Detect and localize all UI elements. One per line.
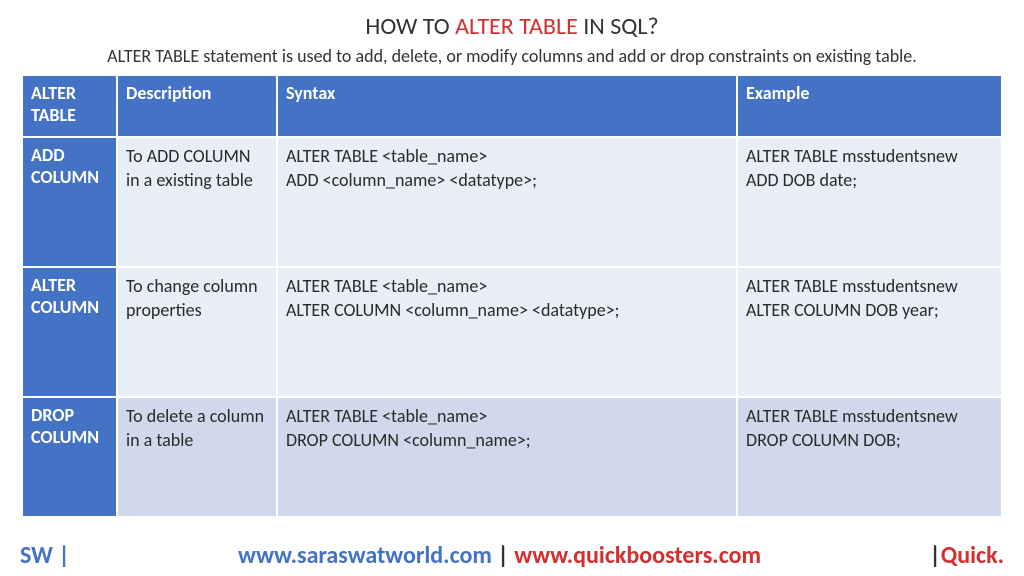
footer-url-1: www.saraswatworld.com bbox=[238, 541, 492, 570]
row-example: ALTER TABLE msstudentsnew DROP COLUMN DO… bbox=[737, 397, 1002, 517]
row-description: To ADD COLUMN in a existing table bbox=[117, 137, 277, 267]
table-row: DROP COLUMN To delete a column in a tabl… bbox=[22, 397, 1002, 517]
row-syntax: ALTER TABLE <table_name> ALTER COLUMN <c… bbox=[277, 267, 737, 397]
header-syntax: Syntax bbox=[277, 75, 737, 137]
row-example: ALTER TABLE msstudentsnew ALTER COLUMN D… bbox=[737, 267, 1002, 397]
page-subtitle: ALTER TABLE statement is used to add, de… bbox=[20, 45, 1004, 67]
alter-table-reference: ALTER TABLE Description Syntax Example A… bbox=[20, 73, 1004, 519]
footer-right: |Quick. bbox=[929, 541, 1004, 570]
footer-right-text: Quick. bbox=[941, 541, 1004, 570]
footer: SW | www.saraswatworld.com | www.quickbo… bbox=[20, 541, 1004, 570]
row-name: DROP COLUMN bbox=[22, 397, 117, 517]
footer-url-2: www.quickboosters.com bbox=[514, 541, 761, 570]
footer-left: SW | bbox=[20, 541, 70, 570]
table-row: ALTER COLUMN To change column properties… bbox=[22, 267, 1002, 397]
row-syntax: ALTER TABLE <table_name> DROP COLUMN <co… bbox=[277, 397, 737, 517]
sql-table: ALTER TABLE Description Syntax Example A… bbox=[21, 74, 1003, 518]
row-name: ALTER COLUMN bbox=[22, 267, 117, 397]
footer-bar: | bbox=[929, 541, 940, 570]
row-name: ADD COLUMN bbox=[22, 137, 117, 267]
title-prefix: HOW TO bbox=[365, 12, 455, 41]
footer-separator: | bbox=[492, 541, 514, 570]
header-description: Description bbox=[117, 75, 277, 137]
header-example: Example bbox=[737, 75, 1002, 137]
table-header-row: ALTER TABLE Description Syntax Example bbox=[22, 75, 1002, 137]
row-description: To change column properties bbox=[117, 267, 277, 397]
table-row: ADD COLUMN To ADD COLUMN in a existing t… bbox=[22, 137, 1002, 267]
page-title: HOW TO ALTER TABLE IN SQL? bbox=[20, 12, 1004, 41]
row-example: ALTER TABLE msstudentsnew ADD DOB date; bbox=[737, 137, 1002, 267]
row-syntax: ALTER TABLE <table_name> ADD <column_nam… bbox=[277, 137, 737, 267]
title-suffix: IN SQL? bbox=[578, 12, 659, 41]
title-highlight: ALTER TABLE bbox=[455, 12, 578, 41]
footer-center: www.saraswatworld.com | www.quickbooster… bbox=[70, 541, 930, 570]
header-alter-table: ALTER TABLE bbox=[22, 75, 117, 137]
row-description: To delete a column in a table bbox=[117, 397, 277, 517]
